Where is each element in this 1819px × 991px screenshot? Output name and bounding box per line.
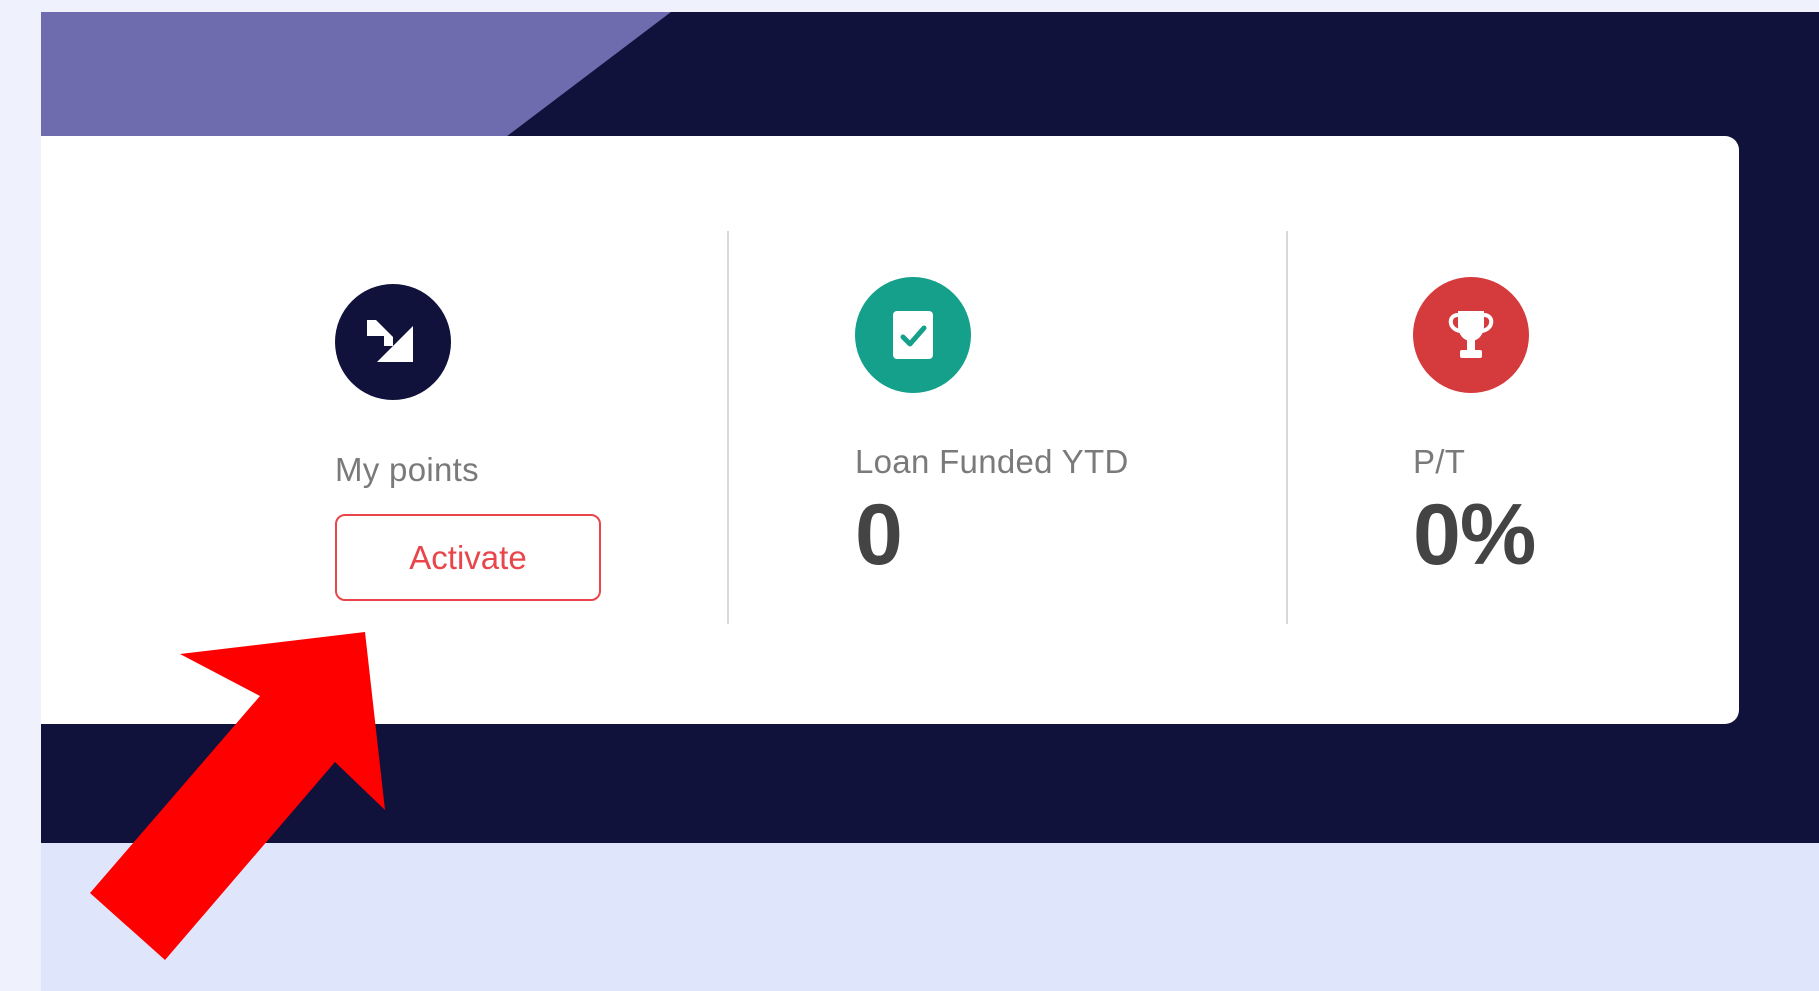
banner-accent-shape — [41, 12, 671, 136]
pt-stat: P/T 0% — [1413, 277, 1536, 583]
stats-card: My points Activate Loan Funded YTD 0 P/T… — [41, 136, 1739, 724]
pt-value: 0% — [1413, 487, 1536, 583]
points-stat: My points Activate — [335, 284, 601, 601]
activate-button[interactable]: Activate — [335, 514, 601, 601]
points-logo-icon — [335, 284, 451, 400]
trophy-icon — [1413, 277, 1529, 393]
points-label: My points — [335, 451, 479, 488]
pt-label: P/T — [1413, 443, 1466, 480]
loans-value: 0 — [855, 487, 903, 583]
app-viewport: My points Activate Loan Funded YTD 0 P/T… — [41, 12, 1819, 991]
loans-stat: Loan Funded YTD 0 — [855, 277, 1128, 583]
stat-divider — [727, 231, 729, 624]
stat-divider — [1286, 231, 1288, 624]
content-background — [41, 843, 1819, 991]
loans-label: Loan Funded YTD — [855, 443, 1129, 480]
clipboard-check-icon — [855, 277, 971, 393]
